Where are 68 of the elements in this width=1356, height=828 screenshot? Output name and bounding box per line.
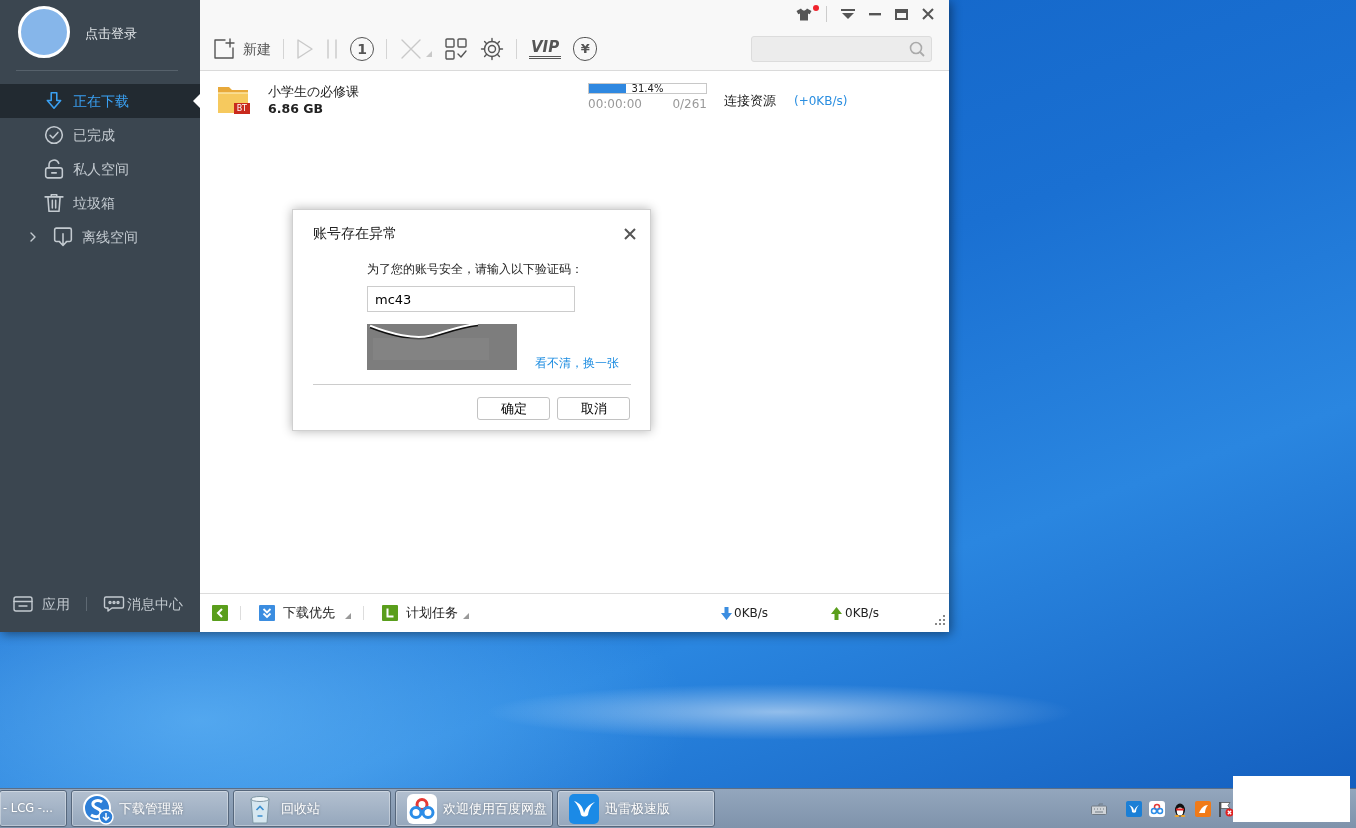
download-speed: 0KB/s [734,605,770,622]
download-arrow-icon [721,606,732,620]
plus-square-icon [213,38,235,60]
bird-icon[interactable] [1126,800,1142,817]
sidebar-item[interactable]: 正在下载 [0,84,200,118]
box-icon [12,595,34,613]
collapse-button[interactable] [212,605,228,621]
chat-bubble-icon [103,595,125,613]
sidebar-item[interactable]: 垃圾箱 [0,186,200,220]
verification-code-field[interactable]: mc43 [367,286,575,312]
play-icon [296,38,314,60]
gear-icon [480,37,504,61]
flag-error-icon[interactable] [1218,800,1234,817]
download-priority-button[interactable]: 下载优先 [259,603,351,623]
grid-check-icon [444,37,468,61]
dialog-prompt: 为了您的账号安全，请输入以下验证码： [367,261,583,278]
resize-grip-icon [935,615,945,625]
cross-icon [399,38,423,60]
message-center-button[interactable]: 消息中心 [103,593,183,615]
clock-square-icon [382,605,398,621]
login-link[interactable]: 点击登录 [85,24,137,41]
apps-button[interactable]: 应用 [12,593,70,615]
task-name[interactable]: 小学生の必修课 [268,83,588,100]
piece-count: 0/261 [672,96,707,112]
keyboard-icon[interactable] [1091,802,1107,815]
elapsed-time: 00:00:00 [588,96,642,112]
settings-button[interactable] [480,37,504,61]
menu-dropdown-icon[interactable] [841,8,855,20]
search-field[interactable] [751,36,932,62]
monitor-download-icon [53,227,73,247]
sidebar-item[interactable]: 已完成 [0,118,200,152]
task-speed: (+0KB/s) [794,93,848,110]
avatar-icon[interactable] [18,6,70,58]
sidebar-item[interactable]: 私人空间 [0,152,200,186]
double-chevron-down-icon [259,605,275,621]
cloud-rings-icon [406,792,438,825]
caret-icon [426,51,432,57]
sidebar-item[interactable]: 离线空间 [0,220,200,254]
check-circle-icon [44,125,64,145]
new-task-button[interactable]: 新建 [213,38,271,60]
search-icon [909,41,925,57]
circle-download-icon [82,792,114,825]
task-size: 6.86 GB [268,100,324,117]
maximize-icon[interactable] [895,8,908,20]
cancel-button[interactable]: 取消 [557,397,630,420]
file-type-badge: BT [233,103,250,114]
confirm-button[interactable]: 确定 [477,397,550,420]
close-icon[interactable] [624,227,636,240]
scan-button[interactable] [444,37,468,61]
unlocked-padlock-icon [44,159,64,179]
pause-icon [326,38,338,60]
scheduled-tasks-button[interactable]: 计划任务 [382,603,469,623]
dialog-title: 账号存在异常 [313,224,397,243]
upload-speed: 0KB/s [845,605,881,622]
trash-icon [44,193,64,213]
caret-icon [345,613,351,619]
cloud-rings-icon[interactable] [1149,800,1165,817]
fox-app-icon[interactable] [1195,800,1211,817]
close-icon[interactable] [922,8,934,20]
bird-icon [568,792,600,825]
arrow-down-icon [44,91,64,111]
vip-button[interactable]: VIP [529,39,562,59]
shirt-icon [796,7,812,21]
refresh-captcha-link[interactable]: 看不清，换一张 [535,354,619,372]
task-status: 连接资源 [724,92,777,110]
progress-percent: 31.4% [630,82,665,95]
caret-icon [463,613,469,619]
upload-arrow-icon [831,606,842,620]
